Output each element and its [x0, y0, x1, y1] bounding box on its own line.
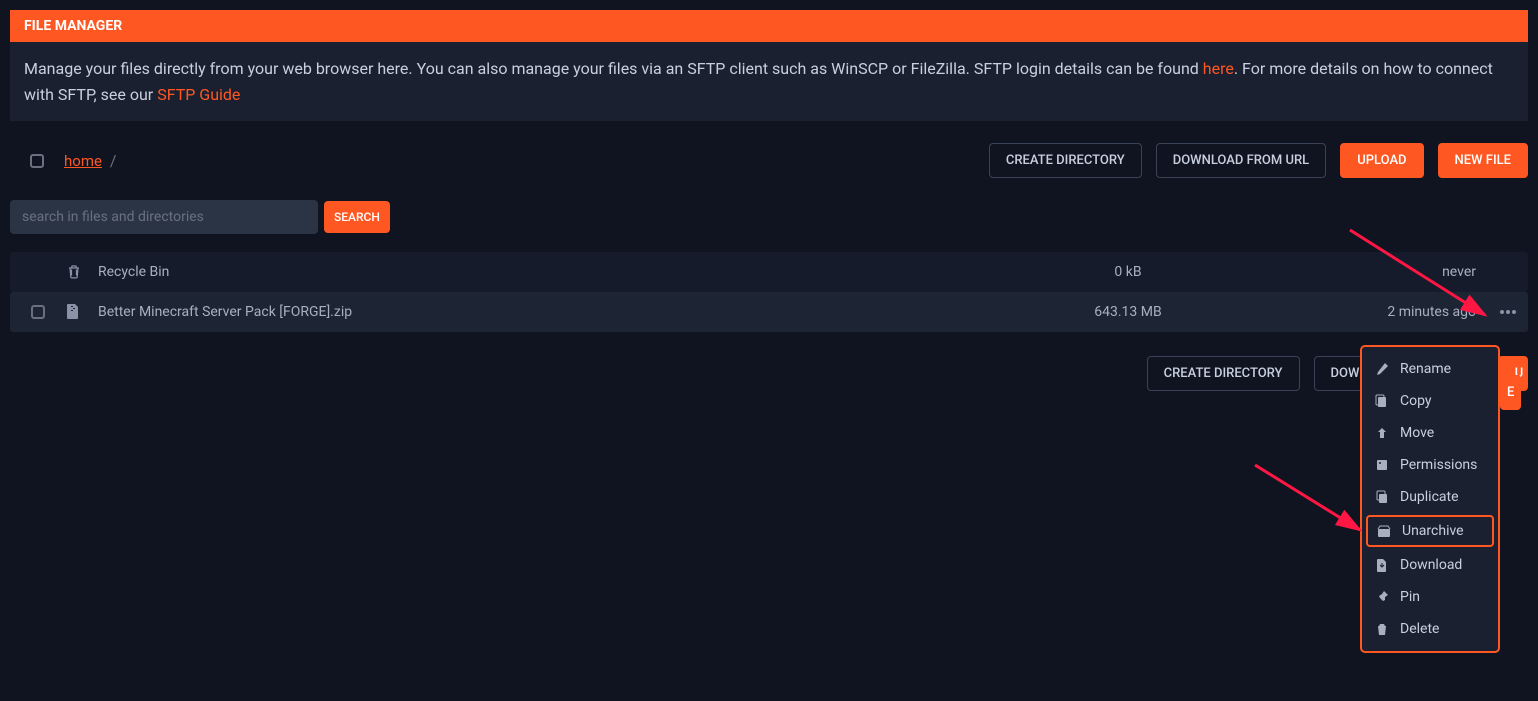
delete-menu-item[interactable]: Delete [1362, 613, 1498, 645]
menu-label: Unarchive [1402, 523, 1464, 539]
search-row: SEARCH [10, 200, 1528, 234]
menu-label: Delete [1400, 621, 1439, 637]
rename-menu-item[interactable]: Rename [1362, 353, 1498, 385]
breadcrumb-separator: / [110, 151, 117, 170]
here-link[interactable]: here [1203, 59, 1234, 78]
info-panel: Manage your files directly from your web… [10, 42, 1528, 121]
file-row[interactable]: Recycle Bin 0 kB never [10, 252, 1528, 292]
file-name: Better Minecraft Server Pack [FORGE].zip [96, 304, 1028, 320]
trash-icon [66, 264, 96, 280]
arrow-up-icon [1374, 425, 1390, 441]
copy-menu-item[interactable]: Copy [1362, 385, 1498, 417]
menu-label: Rename [1400, 361, 1451, 377]
top-toolbar: home / CREATE DIRECTORY DOWNLOAD FROM UR… [10, 131, 1528, 190]
file-check-cell [10, 305, 66, 319]
download-menu-item[interactable]: Download [1362, 549, 1498, 581]
zip-file-icon [66, 304, 96, 320]
menu-label: Permissions [1400, 457, 1477, 473]
file-list: Recycle Bin 0 kB never Better Minecraft … [10, 252, 1528, 332]
unarchive-icon [1376, 523, 1392, 539]
unarchive-menu-item[interactable]: Unarchive [1366, 515, 1494, 547]
page-header: FILE MANAGER [10, 10, 1528, 42]
pin-menu-item[interactable]: Pin [1362, 581, 1498, 613]
file-size: 643.13 MB [1028, 304, 1228, 320]
duplicate-icon [1374, 489, 1390, 505]
file-row[interactable]: Better Minecraft Server Pack [FORGE].zip… [10, 292, 1528, 332]
duplicate-menu-item[interactable]: Duplicate [1362, 481, 1498, 513]
menu-label: Pin [1400, 589, 1420, 605]
download-icon [1374, 557, 1390, 573]
menu-label: Duplicate [1400, 489, 1459, 505]
lock-icon [1374, 457, 1390, 473]
menu-label: Move [1400, 425, 1434, 441]
trash-icon [1374, 621, 1390, 637]
search-button[interactable]: SEARCH [324, 201, 390, 233]
copy-icon [1374, 393, 1390, 409]
file-checkbox[interactable] [31, 305, 45, 319]
move-menu-item[interactable]: Move [1362, 417, 1498, 449]
create-directory-button[interactable]: CREATE DIRECTORY [1147, 356, 1300, 391]
breadcrumb-home[interactable]: home [64, 152, 102, 170]
info-text: Manage your files directly from your web… [24, 59, 1203, 78]
pin-icon [1374, 589, 1390, 605]
file-size: 0 kB [1028, 264, 1228, 280]
file-name: Recycle Bin [96, 264, 1028, 280]
dots-icon [1500, 310, 1516, 314]
file-time: 2 minutes ago [1228, 304, 1488, 320]
bottom-toolbar: CREATE DIRECTORY DOWNLOAD FROM URL U E [10, 332, 1528, 415]
new-file-button[interactable]: NEW FILE [1438, 143, 1528, 178]
create-directory-button[interactable]: CREATE DIRECTORY [989, 143, 1142, 178]
sftp-guide-link[interactable]: SFTP Guide [157, 85, 240, 104]
file-menu-button[interactable] [1488, 310, 1528, 314]
new-file-button-partial[interactable]: E [1500, 375, 1521, 410]
search-input[interactable] [10, 200, 318, 234]
context-menu: Rename Copy Move Permissions Duplicate U… [1360, 345, 1500, 653]
pencil-icon [1374, 361, 1390, 377]
upload-button[interactable]: UPLOAD [1340, 143, 1423, 178]
download-from-url-button[interactable]: DOWNLOAD FROM URL [1156, 143, 1327, 178]
file-time: never [1228, 264, 1488, 280]
breadcrumb: home / [64, 151, 975, 170]
menu-label: Download [1400, 557, 1462, 573]
permissions-menu-item[interactable]: Permissions [1362, 449, 1498, 481]
menu-label: Copy [1400, 393, 1432, 409]
select-all-checkbox[interactable] [30, 154, 44, 168]
